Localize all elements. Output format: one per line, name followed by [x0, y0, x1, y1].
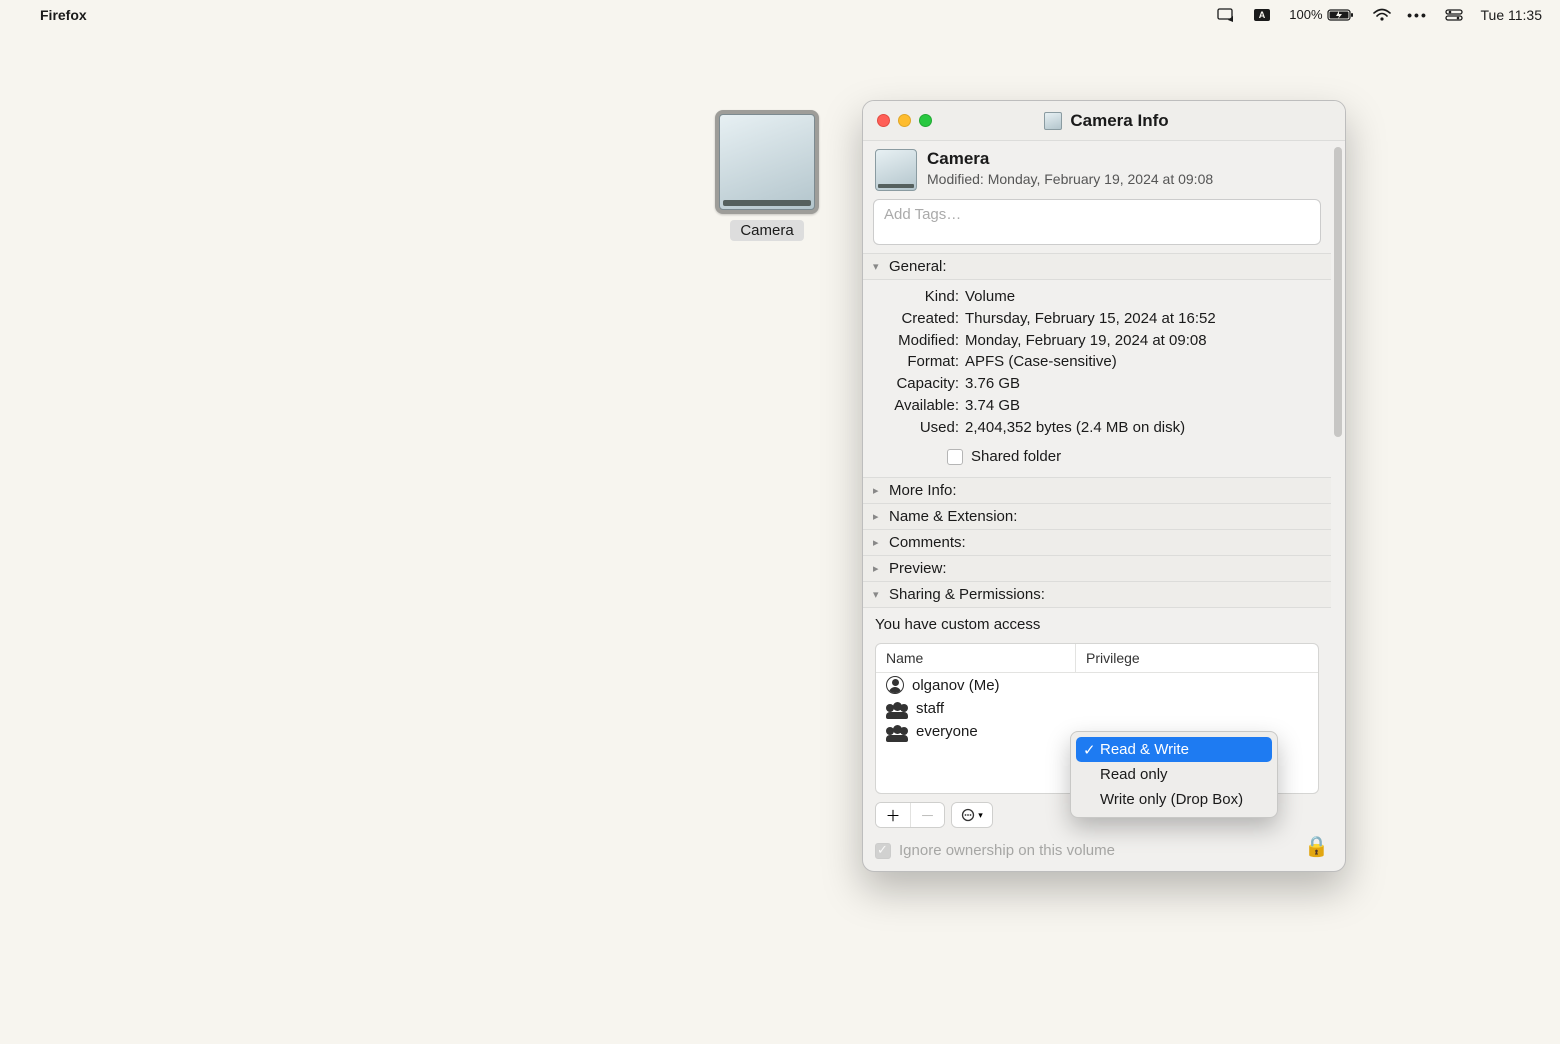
section-comments-label: Comments: — [889, 534, 966, 551]
window-close-button[interactable] — [877, 114, 890, 127]
menubar-wifi-icon[interactable] — [1373, 8, 1391, 22]
perm-user-0: olganov (Me) — [912, 677, 1000, 694]
battery-percent: 100% — [1289, 7, 1322, 22]
chevron-right-icon: ▸ — [873, 484, 883, 497]
permissions-action-button[interactable]: ▾ — [952, 803, 992, 827]
used-label: Used: — [875, 417, 959, 439]
drive-icon — [715, 110, 819, 214]
window-title: Camera Info — [1070, 111, 1168, 131]
capacity-label: Capacity: — [875, 373, 959, 395]
modified-label: Modified: — [927, 171, 984, 187]
column-privilege[interactable]: Privilege — [1076, 644, 1318, 672]
table-row[interactable]: olganov (Me) — [876, 673, 1318, 697]
section-sharing[interactable]: ▾ Sharing & Permissions: — [863, 581, 1331, 608]
capacity-value: 3.76 GB — [965, 373, 1319, 395]
format-value: APFS (Case-sensitive) — [965, 351, 1319, 373]
section-comments[interactable]: ▸ Comments: — [863, 529, 1331, 555]
chevron-down-icon: ▾ — [873, 588, 883, 601]
title-drive-icon — [1044, 112, 1062, 130]
window-minimize-button[interactable] — [898, 114, 911, 127]
menubar-screenshare-icon[interactable] — [1217, 8, 1235, 22]
menubar-app-name[interactable]: Firefox — [40, 7, 87, 23]
kind-value: Volume — [965, 286, 1319, 308]
privilege-option-read-write[interactable]: Read & Write — [1076, 737, 1272, 762]
privilege-option-read-only[interactable]: Read only — [1076, 762, 1272, 787]
section-name-extension[interactable]: ▸ Name & Extension: — [863, 503, 1331, 529]
modified-value-g: Monday, February 19, 2024 at 09:08 — [965, 330, 1319, 352]
privilege-menu: Read & Write Read only Write only (Drop … — [1070, 731, 1278, 818]
desktop-drive[interactable]: Camera — [712, 110, 822, 241]
window-zoom-button[interactable] — [919, 114, 932, 127]
available-label: Available: — [875, 395, 959, 417]
svg-text:A: A — [1259, 10, 1266, 20]
group-icon — [886, 725, 908, 739]
section-preview-label: Preview: — [889, 560, 947, 577]
shared-folder-checkbox[interactable] — [947, 449, 963, 465]
shared-folder-label: Shared folder — [971, 448, 1061, 465]
modified-label-g: Modified: — [875, 330, 959, 352]
section-general[interactable]: ▾ General: — [863, 253, 1331, 280]
created-value: Thursday, February 15, 2024 at 16:52 — [965, 308, 1319, 330]
lock-icon[interactable]: 🔒 — [1304, 834, 1329, 859]
group-icon — [886, 702, 908, 716]
menubar: Firefox A 100% ••• Tue 11:35 — [0, 0, 1560, 30]
menubar-more-icon[interactable]: ••• — [1409, 8, 1427, 22]
section-preview[interactable]: ▸ Preview: — [863, 555, 1331, 581]
section-sharing-label: Sharing & Permissions: — [889, 586, 1045, 603]
chevron-right-icon: ▸ — [873, 510, 883, 523]
menubar-keyboard-icon[interactable]: A — [1253, 8, 1271, 22]
titlebar: Camera Info — [863, 101, 1345, 141]
user-icon — [886, 676, 904, 694]
scrollbar-thumb[interactable] — [1334, 147, 1342, 437]
chevron-down-icon: ▾ — [978, 810, 983, 821]
perm-user-2: everyone — [916, 723, 978, 740]
format-label: Format: — [875, 351, 959, 373]
used-value: 2,404,352 bytes (2.4 MB on disk) — [965, 417, 1319, 439]
table-row[interactable]: staff — [876, 697, 1318, 720]
menubar-battery[interactable]: 100% — [1289, 7, 1354, 22]
privilege-option-write-only[interactable]: Write only (Drop Box) — [1076, 787, 1272, 812]
chevron-right-icon: ▸ — [873, 536, 883, 549]
chevron-down-icon: ▾ — [873, 260, 883, 273]
remove-user-button: － — [910, 803, 944, 827]
add-user-button[interactable]: ＋ — [876, 803, 910, 827]
menubar-clock[interactable]: Tue 11:35 — [1481, 7, 1543, 23]
chevron-right-icon: ▸ — [873, 562, 883, 575]
info-name: Camera — [927, 149, 1213, 169]
section-name-ext-label: Name & Extension: — [889, 508, 1017, 525]
perm-user-1: staff — [916, 700, 944, 717]
available-value: 3.74 GB — [965, 395, 1319, 417]
section-more-info[interactable]: ▸ More Info: — [863, 477, 1331, 503]
section-general-label: General: — [889, 258, 947, 275]
info-header: Camera Modified: Monday, February 19, 20… — [863, 141, 1331, 199]
modified-value: Monday, February 19, 2024 at 09:08 — [988, 171, 1213, 187]
custom-access-text: You have custom access — [875, 616, 1319, 633]
scrollbar[interactable] — [1331, 141, 1345, 871]
tags-field[interactable]: Add Tags… — [873, 199, 1321, 245]
general-body: Kind: Volume Created: Thursday, February 1… — [863, 280, 1331, 477]
header-drive-icon — [875, 149, 917, 191]
desktop-drive-label: Camera — [730, 220, 803, 241]
ignore-ownership-checkbox — [875, 843, 891, 859]
created-label: Created: — [875, 308, 959, 330]
column-name[interactable]: Name — [876, 644, 1076, 672]
kind-label: Kind: — [875, 286, 959, 308]
menubar-control-center-icon[interactable] — [1445, 8, 1463, 22]
section-more-info-label: More Info: — [889, 482, 957, 499]
ignore-ownership-label: Ignore ownership on this volume — [899, 842, 1115, 859]
